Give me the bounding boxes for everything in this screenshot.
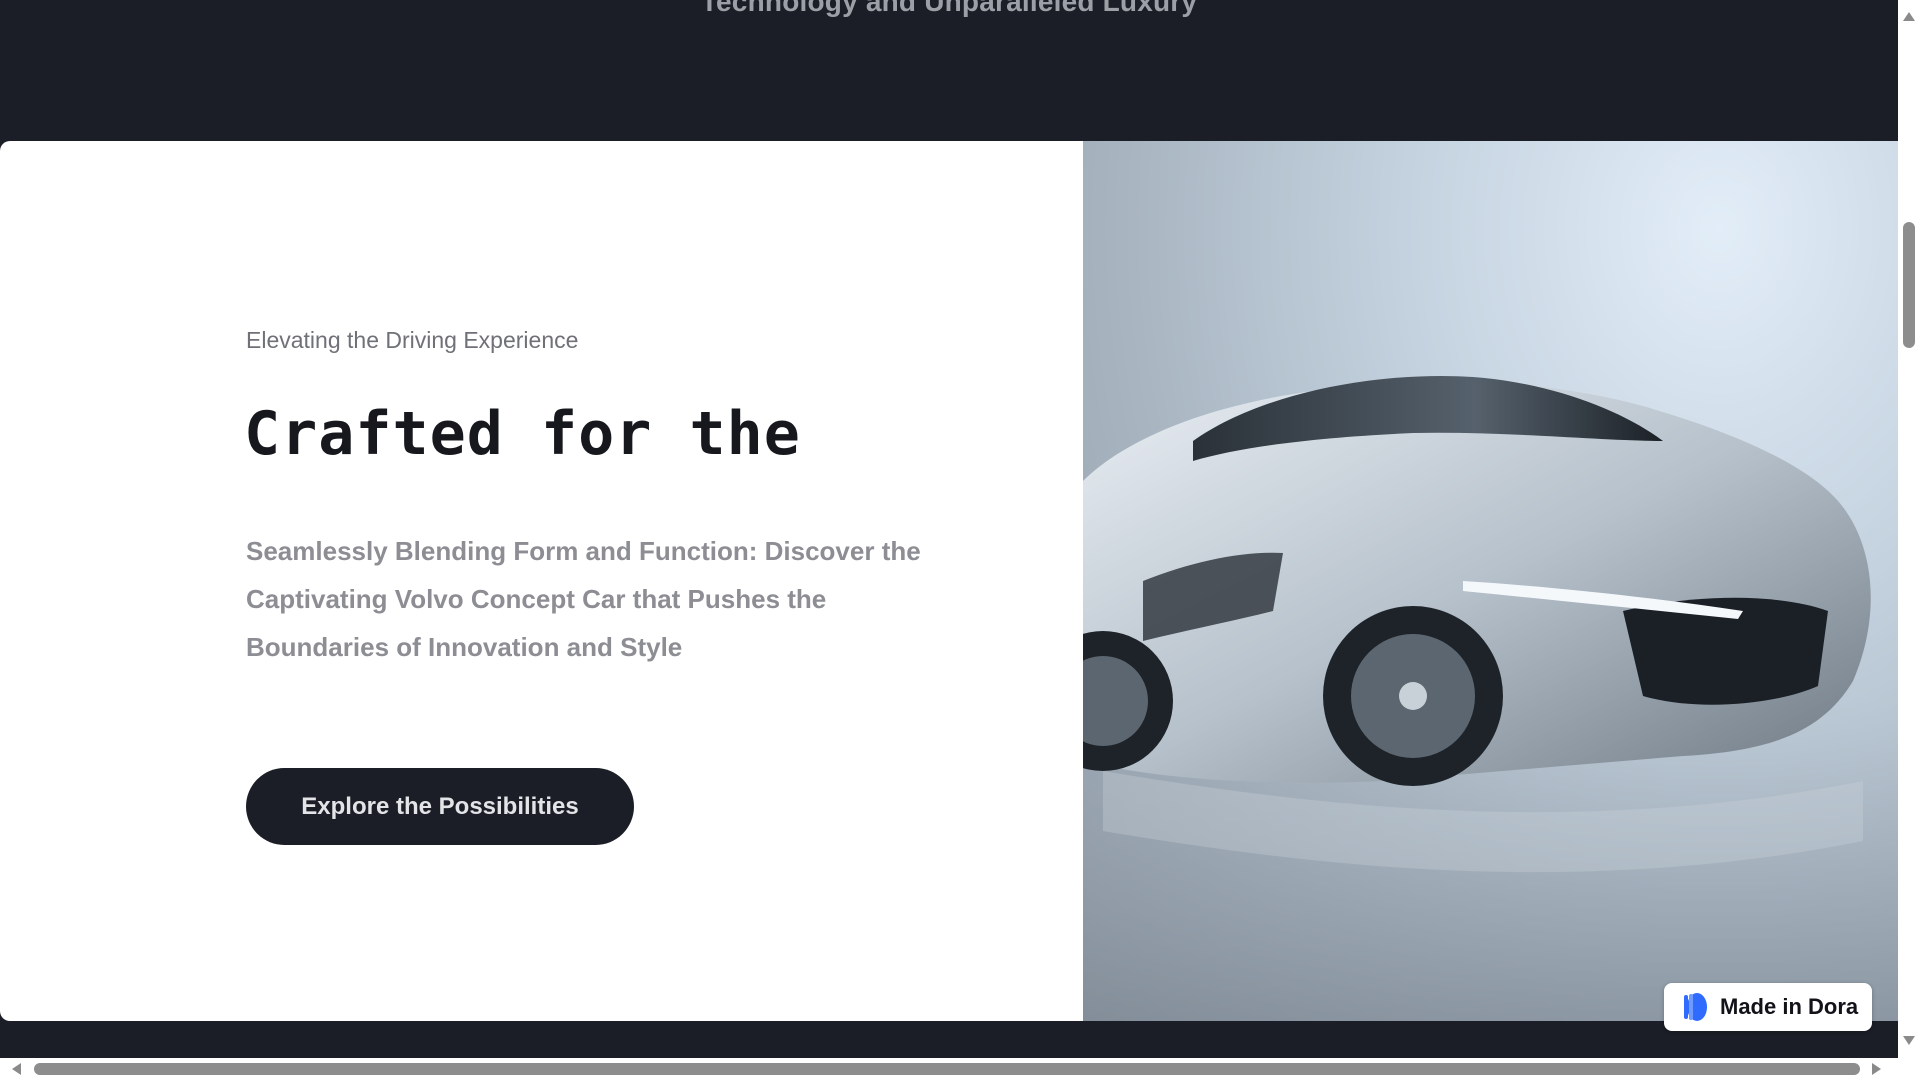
vertical-scrollbar[interactable] [1898, 0, 1920, 1058]
hero-eyebrow: Elevating the Driving Experience [246, 327, 579, 353]
concept-car-image [1083, 141, 1898, 1021]
explore-possibilities-button[interactable]: Explore the Possibilities [246, 768, 634, 845]
horizontal-scrollbar[interactable] [0, 1058, 1898, 1080]
scroll-down-arrow-icon[interactable] [1903, 1036, 1915, 1045]
scroll-right-arrow-icon[interactable] [1872, 1063, 1881, 1075]
page-viewport: Technology and Unparalleled Luxury Eleva… [0, 0, 1898, 1058]
made-in-dora-badge[interactable]: Made in Dora [1664, 983, 1872, 1031]
badge-label: Made in Dora [1720, 994, 1859, 1019]
dora-logo-icon [1684, 993, 1707, 1021]
horizontal-scroll-thumb[interactable] [34, 1063, 1860, 1075]
scroll-up-arrow-icon[interactable] [1903, 12, 1915, 21]
hero-headline: Crafted for the [244, 399, 801, 469]
concept-car-illustration [1083, 375, 1898, 1021]
hero-description: Seamlessly Blending Form and Function: D… [246, 536, 921, 662]
vertical-scroll-thumb[interactable] [1903, 222, 1915, 348]
scroll-left-arrow-icon[interactable] [12, 1063, 21, 1075]
scrollbar-corner [1898, 1058, 1920, 1080]
section-heading: Technology and Unparalleled Luxury [700, 0, 1198, 17]
hero-text-card: Elevating the Driving Experience Crafted… [0, 141, 1083, 1021]
